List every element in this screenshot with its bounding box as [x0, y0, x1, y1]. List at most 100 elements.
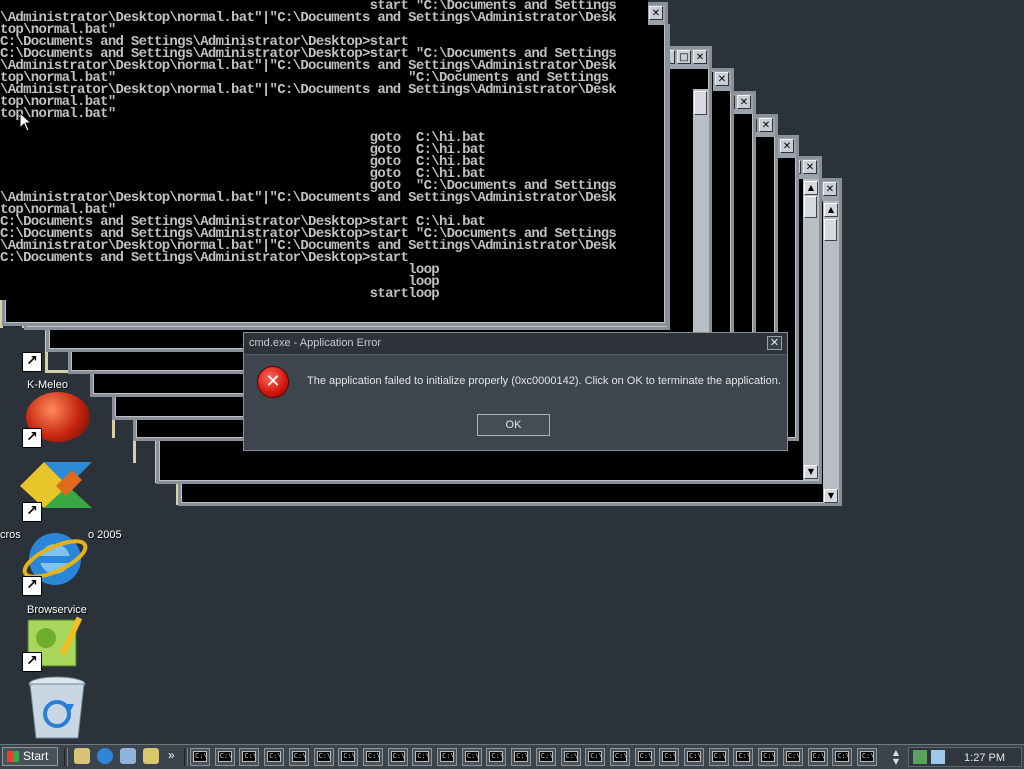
taskbar-cmd-button[interactable]: C:\: [856, 748, 877, 766]
taskbar-cmd-button[interactable]: C:\: [313, 748, 334, 766]
cmd-icon: C:\: [440, 751, 455, 762]
taskbar-cmd-button[interactable]: C:\: [733, 748, 754, 766]
cmd-icon: C:\: [785, 751, 801, 762]
taskbar-cmd-button[interactable]: C:\: [362, 748, 383, 766]
cmd-icon: C:\: [538, 751, 554, 762]
taskbar-scroll-icon[interactable]: ▲ ▼: [890, 748, 902, 766]
cmd-icon: C:\: [835, 751, 850, 762]
search-quicklaunch-icon[interactable]: [143, 748, 159, 764]
cmd-icon: C:\: [489, 751, 505, 762]
close-icon[interactable]: ✕: [759, 118, 773, 132]
taskbar-separator: [184, 748, 188, 766]
taskbar-cmd-button[interactable]: C:\: [288, 748, 309, 766]
scroll-up-arrow[interactable]: ▲: [824, 203, 838, 217]
close-icon[interactable]: ✕: [803, 160, 817, 174]
cmd-icon: C:\: [687, 751, 702, 762]
taskbar-cmd-button[interactable]: C:\: [634, 748, 655, 766]
clock[interactable]: 1:27 PM: [964, 752, 1005, 764]
scroll-down-arrow[interactable]: ▼: [824, 489, 838, 503]
taskbar-cmd-button[interactable]: C:\: [609, 748, 630, 766]
cmd-icon: C:\: [193, 751, 208, 762]
error-icon: ✕: [258, 367, 288, 397]
cmd-icon: C:\: [761, 751, 776, 762]
cmd-icon: C:\: [390, 751, 406, 762]
start-label: Start: [23, 749, 49, 763]
title-buttons: ✕: [713, 71, 731, 91]
close-icon[interactable]: ✕: [767, 336, 782, 350]
scroll-thumb[interactable]: [804, 196, 817, 218]
mouse-cursor-icon: [20, 113, 32, 132]
taskbar-separator: [64, 748, 68, 766]
title-buttons: ✕: [821, 181, 839, 201]
cmd-icon: C:\: [637, 751, 653, 762]
cmd-icon: C:\: [810, 751, 826, 762]
console-output[interactable]: start "C:\Documents and Settings \Admini…: [0, 0, 648, 300]
taskbar-cmd-button[interactable]: C:\: [461, 748, 482, 766]
cmd-icon: C:\: [563, 751, 579, 762]
scroll-thumb[interactable]: [694, 91, 707, 115]
scrollbar[interactable]: ▲ ▼: [823, 181, 839, 503]
taskbar-cmd-button[interactable]: C:\: [264, 748, 285, 766]
close-icon[interactable]: ✕: [649, 6, 663, 20]
desktop-icon-label-vs-left[interactable]: cros: [0, 529, 21, 541]
taskbar-cmd-button[interactable]: C:\: [437, 748, 457, 766]
taskbar-cmd-button[interactable]: C:\: [338, 748, 359, 766]
close-icon[interactable]: ✕: [715, 72, 729, 86]
cmd-icon: C:\: [415, 751, 430, 762]
taskbar-cmd-button[interactable]: C:\: [684, 748, 704, 766]
scroll-thumb[interactable]: [824, 219, 837, 241]
shortcut-arrow-icon: ↗: [22, 502, 42, 522]
cmd-icon: C:\: [514, 751, 529, 762]
scroll-down-arrow[interactable]: ▼: [804, 465, 818, 479]
taskbar-cmd-button[interactable]: C:\: [807, 748, 828, 766]
taskbar-cmd-button[interactable]: C:\: [239, 748, 260, 766]
cmd-icon: C:\: [662, 751, 677, 762]
show-desktop-icon[interactable]: [74, 748, 90, 764]
tray-network-icon[interactable]: [913, 750, 927, 764]
start-button[interactable]: Start: [2, 747, 58, 766]
scroll-up-arrow[interactable]: ▲: [804, 181, 818, 195]
cmd-icon: C:\: [341, 751, 356, 762]
close-icon[interactable]: ✕: [693, 50, 707, 64]
console-text: start "C:\Documents and Settings \Admini…: [0, 0, 617, 300]
scrollbar[interactable]: [693, 89, 709, 349]
close-icon[interactable]: ✕: [823, 182, 837, 196]
close-icon[interactable]: ✕: [737, 95, 751, 109]
scrollbar[interactable]: ▲ ▼: [803, 177, 819, 481]
desktop-icon-label-kmeleo[interactable]: K-Meleo: [27, 379, 68, 391]
taskbar-cmd-button[interactable]: C:\: [535, 748, 556, 766]
taskbar-cmd-button[interactable]: C:\: [214, 748, 235, 766]
taskbar-cmd-button[interactable]: C:\: [190, 748, 210, 766]
taskbar-cmd-button[interactable]: C:\: [708, 748, 729, 766]
taskbar-cmd-button[interactable]: C:\: [585, 748, 606, 766]
cmd-icon: C:\: [612, 751, 628, 762]
recycle-bin-icon[interactable]: [26, 676, 88, 742]
system-tray: 1:27 PM: [908, 747, 1022, 767]
cmd-icon: C:\: [291, 751, 307, 762]
close-icon[interactable]: ✕: [780, 139, 794, 153]
windows-explorer-quicklaunch-icon[interactable]: [120, 748, 136, 764]
taskbar-cmd-button[interactable]: C:\: [832, 748, 853, 766]
cmd-icon: C:\: [217, 751, 233, 762]
taskbar-cmd-button[interactable]: C:\: [758, 748, 779, 766]
taskbar-cmd-button[interactable]: C:\: [782, 748, 803, 766]
taskbar-cmd-button[interactable]: C:\: [511, 748, 532, 766]
taskbar-cmd-button[interactable]: C:\: [659, 748, 680, 766]
taskbar-cmd-button[interactable]: C:\: [387, 748, 408, 766]
desktop-icon-label-vs-right[interactable]: o 2005: [88, 529, 122, 541]
application-error-dialog[interactable]: cmd.exe - Application Error ✕ ✕ The appl…: [243, 332, 788, 451]
ok-button[interactable]: OK: [477, 414, 550, 436]
tray-volume-icon[interactable]: [931, 750, 945, 764]
cmd-icon: C:\: [267, 751, 282, 762]
quicklaunch-overflow-icon[interactable]: »: [168, 748, 175, 762]
shortcut-arrow-icon: ↗: [22, 652, 42, 672]
maximize-icon[interactable]: □: [677, 50, 691, 64]
taskbar-cmd-button[interactable]: C:\: [412, 748, 433, 766]
internet-explorer-quicklaunch-icon[interactable]: [97, 748, 113, 764]
taskbar-cmd-button[interactable]: C:\: [486, 748, 507, 766]
dialog-title-bar[interactable]: cmd.exe - Application Error ✕: [244, 333, 787, 355]
taskbar-cmd-button[interactable]: C:\: [560, 748, 581, 766]
shortcut-arrow-icon: ↗: [22, 576, 42, 596]
cmd-icon: C:\: [464, 751, 480, 762]
cmd-icon: C:\: [588, 751, 603, 762]
